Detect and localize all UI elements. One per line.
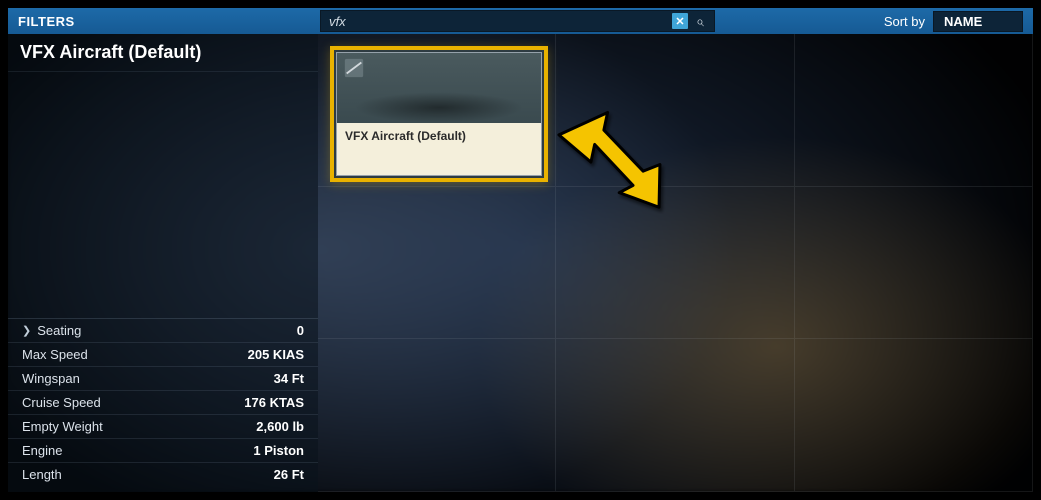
stat-label-text: Engine [22,443,62,458]
stat-value: 34 Ft [274,371,304,386]
grid-cell [318,187,556,340]
grid-cell [556,339,794,492]
sortby: Sort by NAME [884,8,1033,34]
selected-aircraft-title: VFX Aircraft (Default) [8,34,318,72]
close-icon: ✕ [675,15,684,28]
stat-row: Cruise Speed 176 KTAS [8,390,318,414]
filters-header[interactable]: FILTERS [8,8,318,34]
sortby-dropdown[interactable]: NAME [933,11,1023,32]
sidebar: VFX Aircraft (Default) ❯ Seating 0 Max Spee… [8,34,318,492]
stat-row: Wingspan 34 Ft [8,366,318,390]
stat-value: 205 KIAS [248,347,304,362]
stat-value: 1 Piston [253,443,304,458]
stat-row: Length 26 Ft [8,462,318,486]
spacer [715,8,884,34]
aircraft-card-selected[interactable]: VFX Aircraft (Default) [330,46,548,182]
stat-row: Engine 1 Piston [8,438,318,462]
aircraft-card-title: VFX Aircraft (Default) [337,123,541,175]
stat-row: Empty Weight 2,600 lb [8,414,318,438]
chevron-right-icon: ❯ [22,324,31,337]
manufacturer-logo-icon [343,57,365,79]
aircraft-stats: ❯ Seating 0 Max Speed 205 KIAS Wingspan 34 Ft C… [8,318,318,492]
stat-label: Wingspan [22,371,80,386]
stat-label-text: Empty Weight [22,419,103,434]
stat-value: 0 [297,323,304,338]
topbar: FILTERS ✕ ⌕ Sort by NAME [8,8,1033,34]
topbar-right: ✕ ⌕ Sort by NAME [318,8,1033,34]
stat-value: 26 Ft [274,467,304,482]
stat-row: Max Speed 205 KIAS [8,342,318,366]
sortby-value-text: NAME [944,14,982,29]
stat-label-text: Length [22,467,62,482]
stat-value: 2,600 lb [256,419,304,434]
search-icon: ⌕ [696,13,704,30]
sortby-label: Sort by [884,14,925,29]
search-button[interactable]: ⌕ [692,13,708,29]
grid-cell [556,34,794,187]
stat-value: 176 KTAS [244,395,304,410]
aircraft-card-inner: VFX Aircraft (Default) [336,52,542,176]
aircraft-thumbnail [337,53,541,123]
search-input[interactable] [321,12,672,31]
grid-cell [795,187,1033,340]
stat-row[interactable]: ❯ Seating 0 [8,318,318,342]
grid-cell [795,339,1033,492]
stat-label: Engine [22,443,62,458]
aircraft-grid: VFX Aircraft (Default) [318,34,1033,492]
clear-search-button[interactable]: ✕ [672,13,688,29]
stat-label: Empty Weight [22,419,103,434]
stat-label: ❯ Seating [22,323,81,338]
grid-cell [556,187,794,340]
grid-cell [795,34,1033,187]
stat-label-text: Cruise Speed [22,395,101,410]
filters-label-text: FILTERS [18,14,75,29]
main: VFX Aircraft (Default) ❯ Seating 0 Max Spee… [8,34,1033,492]
stat-label: Length [22,467,62,482]
sidebar-gap [8,72,318,318]
stat-label-text: Max Speed [22,347,88,362]
search-field[interactable]: ✕ ⌕ [320,10,715,32]
grid-cell [318,339,556,492]
stat-label: Max Speed [22,347,88,362]
stat-label-text: Wingspan [22,371,80,386]
stat-label: Cruise Speed [22,395,101,410]
stat-label-text: Seating [37,323,81,338]
